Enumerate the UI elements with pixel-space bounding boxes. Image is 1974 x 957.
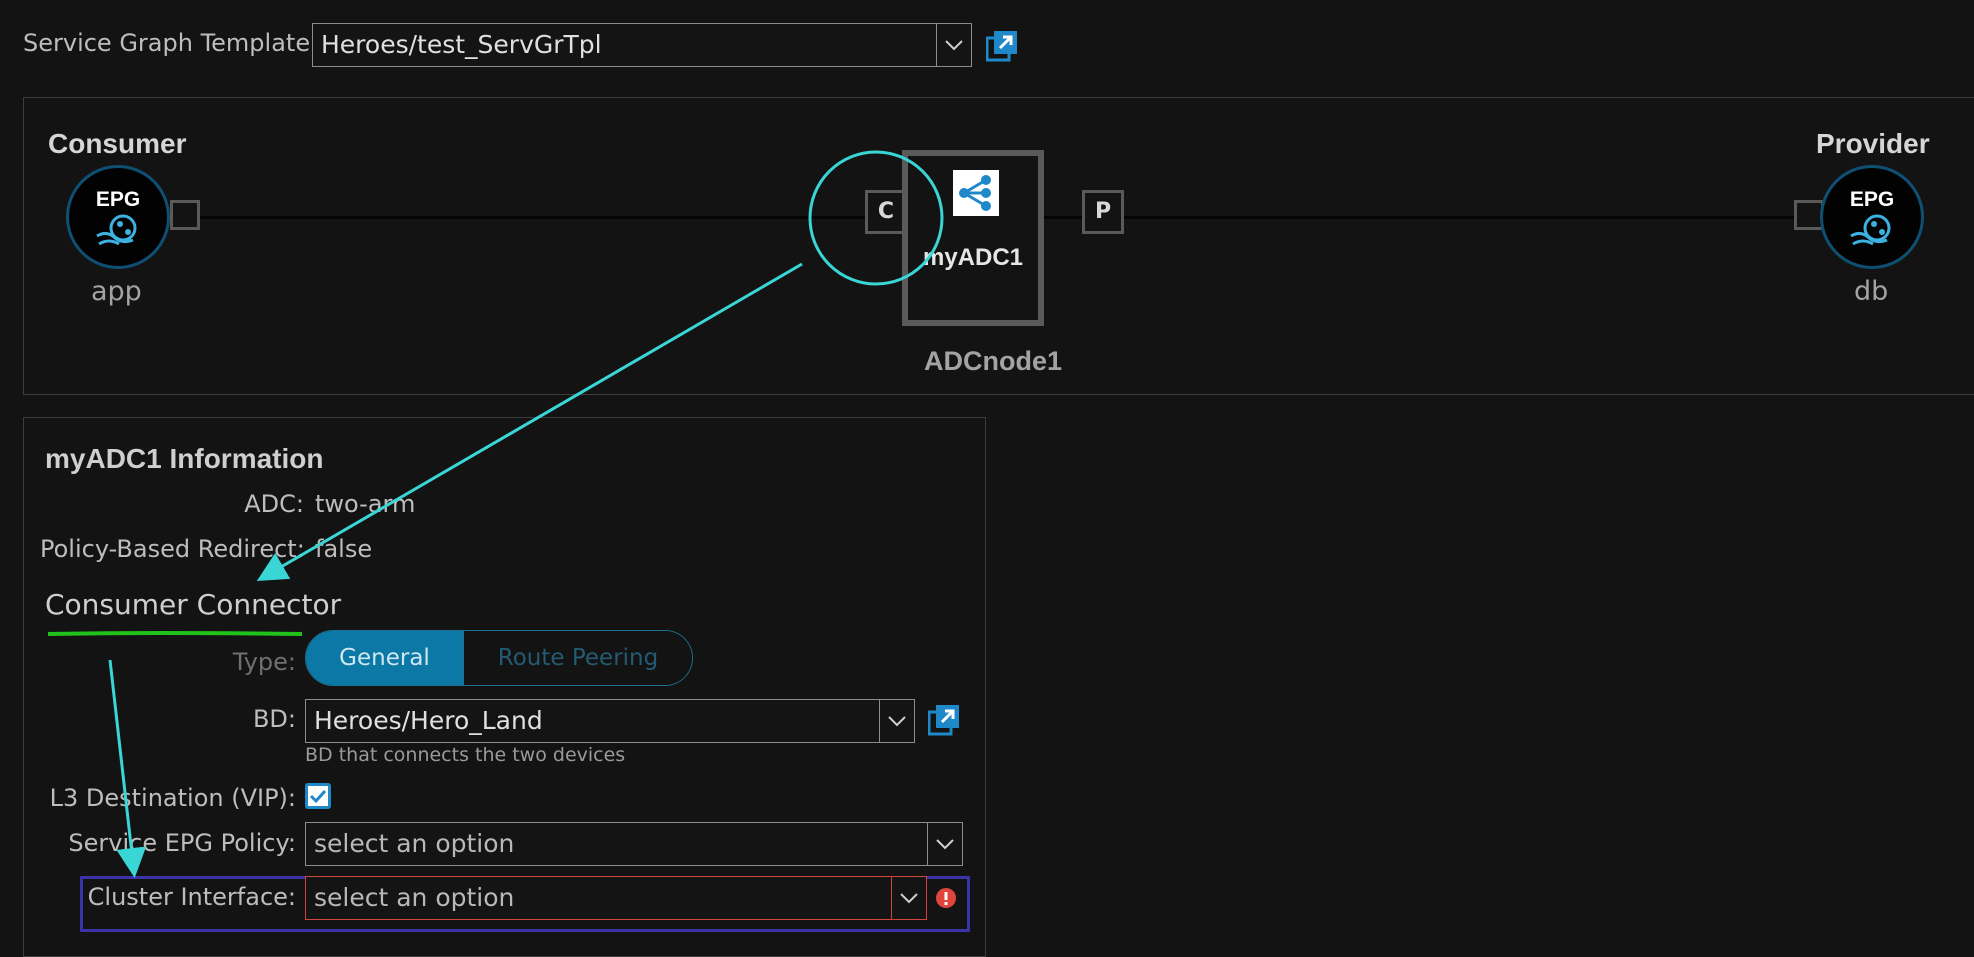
annotation-arrow [108, 659, 147, 878]
annotation-underline [47, 631, 303, 636]
annotation-circle [808, 150, 944, 286]
annotation-overlay [47, 150, 944, 878]
annotation-arrow [256, 262, 803, 582]
